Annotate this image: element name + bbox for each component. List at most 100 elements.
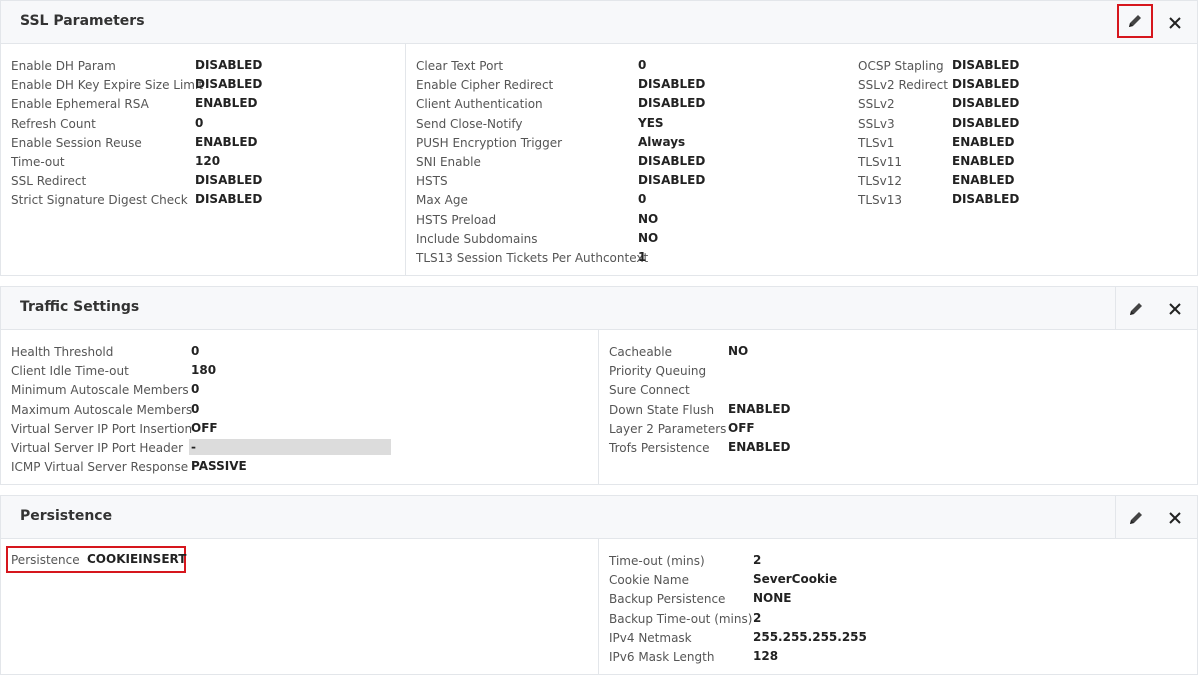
cookie-name-value: SeverCookie <box>753 572 838 587</box>
tlsv11-label: TLSv11 <box>858 155 903 169</box>
persistence-value: COOKIEINSERT <box>87 552 187 566</box>
close-icon <box>1169 16 1181 29</box>
ssl-close-button[interactable] <box>1155 1 1195 44</box>
icmp-virtual-server-response-value: PASSIVE <box>191 459 247 474</box>
ssl-edit-button[interactable] <box>1117 4 1153 38</box>
traffic-edit-button[interactable] <box>1115 287 1155 330</box>
down-state-flush-label: Down State Flush <box>609 402 715 417</box>
persistence-body: Persistence COOKIEINSERT Time-out (mins)… <box>1 539 1197 674</box>
tlsv1-value: ENABLED <box>952 134 1015 149</box>
persistence-header: Persistence <box>1 496 1197 539</box>
cookie-name-label: Cookie Name <box>609 573 689 588</box>
backup-persistence-label: Backup Persistence <box>609 592 726 607</box>
maximum-autoscale-members-value: 0 <box>191 401 200 416</box>
close-icon <box>1169 302 1181 315</box>
enable-dh-key-expire-size-limit-value: DISABLED <box>195 77 263 92</box>
traffic-settings-title: Traffic Settings <box>20 299 140 315</box>
tlsv11-value: ENABLED <box>952 154 1015 168</box>
include-subdomains-label: Include Subdomains <box>416 231 538 246</box>
persistence-panel: Persistence Persistence COOKIEINSERT Tim… <box>0 495 1198 675</box>
close-icon <box>1169 511 1181 524</box>
virtual-server-ip-port-insertion-label: Virtual Server IP Port Insertion <box>11 421 193 436</box>
traffic-close-button[interactable] <box>1155 287 1195 330</box>
sslv3-label: SSLv3 <box>858 116 895 131</box>
persistence-edit-button[interactable] <box>1115 496 1155 539</box>
persistence-title: Persistence <box>20 508 113 524</box>
tlsv1-label: TLSv1 <box>858 135 895 150</box>
enable-dh-param-label: Enable DH Param <box>11 59 116 73</box>
ssl-parameters-body: Enable DH Param DISABLED Enable DH Key Exp… <box>1 44 1197 275</box>
send-close-notify-label: Send Close-Notify <box>416 116 523 131</box>
column-divider <box>598 539 599 674</box>
trofs-persistence-label: Trofs Persistence <box>609 441 710 455</box>
time-out-value: 120 <box>195 154 221 168</box>
client-authentication-label: Client Authentication <box>416 97 543 112</box>
tlsv13-value: DISABLED <box>952 192 1020 207</box>
strict-signature-digest-check-value: DISABLED <box>195 192 263 207</box>
tls13-session-tickets-per-authcontext-value: 1 <box>638 250 647 264</box>
ocsp-stapling-value: DISABLED <box>952 58 1020 72</box>
ssl-redirect-label: SSL Redirect <box>11 174 87 189</box>
pencil-icon <box>1129 15 1141 27</box>
refresh-count-value: 0 <box>195 115 204 130</box>
enable-dh-key-expire-size-limit-label: Enable DH Key Expire Size Limit <box>11 78 204 93</box>
time-out-mins-value: 2 <box>753 553 762 567</box>
sslv2-redirect-value: DISABLED <box>952 77 1020 92</box>
hsts-preload-label: HSTS Preload <box>416 212 497 227</box>
ssl-parameters-header: SSL Parameters <box>1 1 1197 44</box>
enable-ephemeral-rsa-value: ENABLED <box>195 96 258 111</box>
max-age-label: Max Age <box>416 193 468 208</box>
pencil-icon <box>1129 302 1142 315</box>
cacheable-label: Cacheable <box>609 345 673 359</box>
sslv2-label: SSLv2 <box>858 97 895 112</box>
ssl-parameters-title: SSL Parameters <box>20 13 145 29</box>
sslv2-redirect-label: SSLv2 Redirect <box>858 78 948 93</box>
enable-cipher-redirect-value: DISABLED <box>638 77 706 92</box>
virtual-server-ip-port-header-label: Virtual Server IP Port Header <box>11 441 184 455</box>
trofs-persistence-value: ENABLED <box>728 440 791 454</box>
ipv4-netmask-label: IPv4 Netmask <box>609 630 692 645</box>
column-divider <box>405 44 406 275</box>
tlsv13-label: TLSv13 <box>858 193 903 208</box>
column-divider <box>598 330 599 484</box>
ipv4-netmask-value: 255.255.255.255 <box>753 629 867 644</box>
cacheable-value: NO <box>728 344 749 358</box>
pencil-icon <box>1129 511 1142 524</box>
refresh-count-label: Refresh Count <box>11 116 96 131</box>
strict-signature-digest-check-label: Strict Signature Digest Check <box>11 193 188 208</box>
traffic-settings-header: Traffic Settings <box>1 287 1197 330</box>
tlsv12-label: TLSv12 <box>858 174 903 189</box>
ip-port-header-field <box>189 439 391 455</box>
enable-session-reuse-value: ENABLED <box>195 134 258 149</box>
priority-queuing-label: Priority Queuing <box>609 364 707 379</box>
layer-2-parameters-label: Layer 2 Parameters <box>609 421 727 436</box>
ipv6-mask-length-value: 128 <box>753 649 779 663</box>
max-age-value: 0 <box>638 192 647 207</box>
persistence-label: Persistence <box>11 553 80 567</box>
ssl-redirect-value: DISABLED <box>195 173 263 188</box>
health-threshold-label: Health Threshold <box>11 345 114 359</box>
time-out-mins-label: Time-out (mins) <box>609 554 705 568</box>
traffic-settings-body: Health Threshold 0 Client Idle Time-out 180… <box>1 330 1197 484</box>
hsts-label: HSTS <box>416 174 448 189</box>
client-authentication-value: DISABLED <box>638 96 706 111</box>
hsts-value: DISABLED <box>638 173 706 188</box>
sni-enable-label: SNI Enable <box>416 155 481 169</box>
virtual-server-ip-port-insertion-value: OFF <box>191 420 218 435</box>
icmp-virtual-server-response-label: ICMP Virtual Server Response <box>11 460 189 475</box>
minimum-autoscale-members-value: 0 <box>191 382 200 397</box>
backup-time-out-mins-value: 2 <box>753 610 762 625</box>
sni-enable-value: DISABLED <box>638 154 706 168</box>
sure-connect-label: Sure Connect <box>609 383 690 398</box>
virtual-server-ip-port-header-value: - <box>191 440 196 454</box>
tls13-session-tickets-per-authcontext-label: TLS13 Session Tickets Per Authcontext <box>416 251 649 265</box>
down-state-flush-value: ENABLED <box>728 401 791 416</box>
clear-text-port-label: Clear Text Port <box>416 59 504 73</box>
health-threshold-value: 0 <box>191 344 200 358</box>
push-encryption-trigger-value: Always <box>638 134 686 149</box>
sslv3-value: DISABLED <box>952 115 1020 130</box>
layer-2-parameters-value: OFF <box>728 420 755 435</box>
ssl-parameters-panel: SSL Parameters Enable DH Param DISABLED En… <box>0 0 1198 276</box>
persistence-close-button[interactable] <box>1155 496 1195 539</box>
ipv6-mask-length-label: IPv6 Mask Length <box>609 650 715 664</box>
